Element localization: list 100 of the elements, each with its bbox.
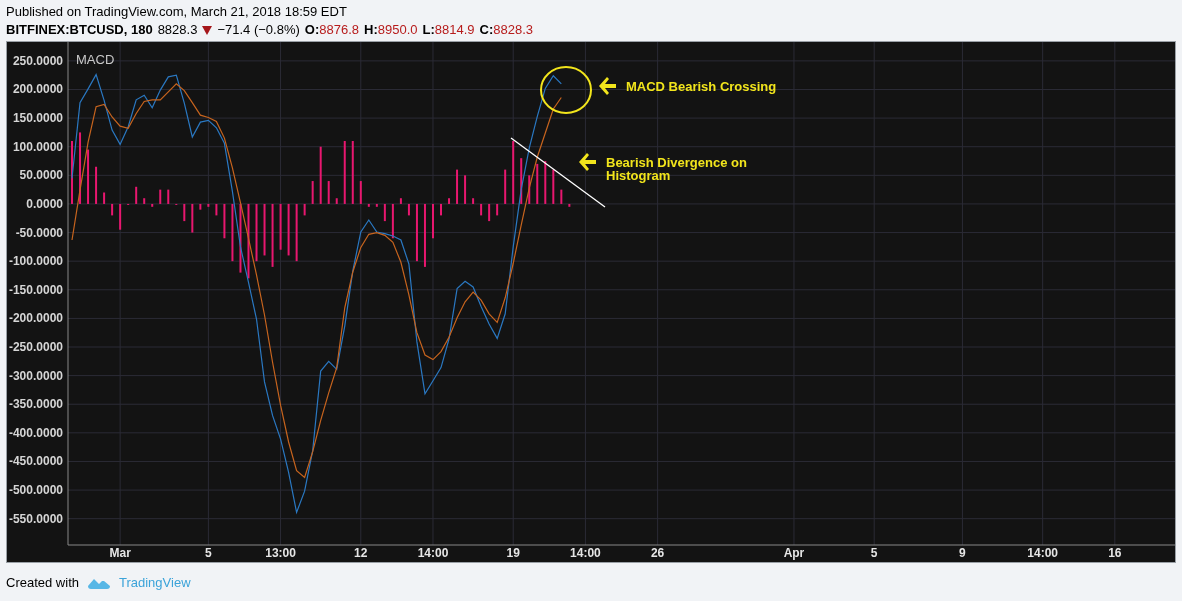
x-axis-label: 5 (870, 546, 878, 560)
histogram-bar (504, 169, 507, 204)
histogram-bar (391, 203, 394, 239)
y-axis-label: -550.0000 (8, 511, 63, 526)
indicator-legend: MACD (76, 52, 115, 67)
symbol-title: BITFINEX:BTCUSD, 180 (6, 21, 153, 39)
histogram-bar (151, 203, 154, 207)
y-axis-label: -300.0000 (8, 368, 63, 383)
ohlc-label: O: (304, 21, 320, 39)
histogram-bar (207, 203, 210, 207)
down-triangle-icon (202, 25, 213, 35)
histogram-bar (560, 189, 563, 204)
histogram-bar (448, 198, 451, 204)
x-axis-label: 16 (1108, 546, 1122, 560)
x-axis-label: 9 (959, 546, 966, 560)
histogram-bar (287, 203, 290, 256)
histogram-bar (415, 203, 418, 262)
y-axis-label: 250.0000 (12, 53, 63, 68)
histogram-bar (111, 203, 114, 216)
y-axis-label: 150.0000 (12, 111, 63, 126)
y-axis-label: -450.0000 (8, 454, 63, 469)
y-axis-label: -50.0000 (15, 225, 63, 240)
left-arrow-icon (579, 153, 596, 171)
x-axis-label: 26 (650, 546, 665, 560)
histogram-bar (191, 203, 194, 233)
histogram-bar (87, 149, 90, 204)
x-axis-label: 13:00 (265, 546, 296, 560)
price-change: −71.4 (−0.8%) (217, 21, 300, 39)
histogram-bar (568, 203, 571, 207)
y-axis-label: -100.0000 (8, 254, 63, 269)
histogram-bar (552, 169, 555, 204)
histogram-bar (79, 132, 82, 204)
histogram-bar (456, 169, 459, 204)
y-axis-label: -250.0000 (8, 340, 63, 354)
x-axis-label: 14:00 (570, 546, 601, 560)
ohlc-value: 8814.9 (434, 21, 475, 39)
ohlc-value: 8828.3 (493, 21, 534, 39)
histogram-bar (480, 203, 483, 216)
x-axis-label: 12 (354, 546, 368, 560)
x-axis-label: 14:00 (417, 546, 449, 560)
y-axis-label: 50.0000 (19, 168, 63, 183)
histogram-bar (407, 203, 410, 216)
x-axis-label: 19 (506, 546, 520, 560)
histogram-bar (223, 203, 226, 239)
y-axis-label: 200.0000 (12, 82, 63, 97)
histogram-bar (351, 141, 354, 204)
ohlc-label: C: (479, 21, 494, 39)
histogram-bar (159, 189, 162, 204)
histogram-bar (103, 192, 106, 204)
x-axis-label: 14:00 (1027, 546, 1058, 560)
last-price: 8828.3 (157, 21, 198, 39)
histogram-bar (383, 203, 386, 222)
tradingview-link[interactable]: TradingView (119, 573, 191, 593)
histogram-bar (399, 198, 402, 204)
histogram-bar (544, 161, 547, 204)
histogram-bar (528, 175, 531, 204)
histogram-bar (311, 181, 314, 204)
histogram-bar (255, 203, 258, 262)
histogram-bar (183, 203, 186, 222)
histogram-bar (367, 203, 370, 207)
y-axis-label: 100.0000 (12, 139, 63, 154)
histogram-bar (271, 203, 274, 267)
histogram-bar (303, 203, 306, 216)
ohlc-label: H: (364, 21, 378, 39)
histogram-bar (95, 166, 98, 204)
ohlc-label: L: (422, 21, 435, 39)
annotation-text: Bearish Divergence on Histogram (606, 156, 748, 182)
histogram-bar (375, 203, 378, 207)
histogram-bar (488, 203, 491, 222)
histogram-bar (343, 141, 346, 204)
histogram-bar (423, 203, 426, 267)
x-axis-label: Mar (109, 546, 131, 560)
histogram-bar (472, 198, 475, 204)
x-axis-label: Apr (783, 546, 805, 560)
ohlc-value: 8876.8 (319, 21, 359, 39)
histogram-bar (231, 203, 234, 262)
histogram-bar (279, 203, 282, 250)
y-axis-label: -500.0000 (8, 483, 63, 498)
histogram-bar (335, 198, 338, 204)
ohlc-value: 8950.0 (377, 21, 418, 39)
histogram-bar (496, 203, 499, 216)
histogram-bar (520, 158, 523, 204)
y-axis-label: -400.0000 (8, 425, 63, 440)
footer-text: Created with (6, 574, 79, 592)
y-axis-label: -350.0000 (8, 397, 63, 412)
histogram-bar (464, 175, 467, 204)
histogram-bar (239, 203, 242, 273)
y-axis-label: -150.0000 (8, 282, 63, 297)
histogram-bar (295, 203, 298, 262)
histogram-bar (215, 203, 218, 216)
y-axis-label: -200.0000 (8, 311, 63, 326)
left-arrow-icon (599, 77, 616, 95)
histogram-bar (143, 198, 146, 204)
histogram-bar (263, 203, 266, 256)
annotation-text: MACD Bearish Crossing (626, 80, 778, 93)
histogram-bar (319, 146, 322, 204)
histogram-bar (135, 186, 138, 204)
histogram-bar (119, 203, 122, 230)
x-axis-label: 5 (205, 546, 212, 560)
histogram-bar (512, 141, 515, 204)
